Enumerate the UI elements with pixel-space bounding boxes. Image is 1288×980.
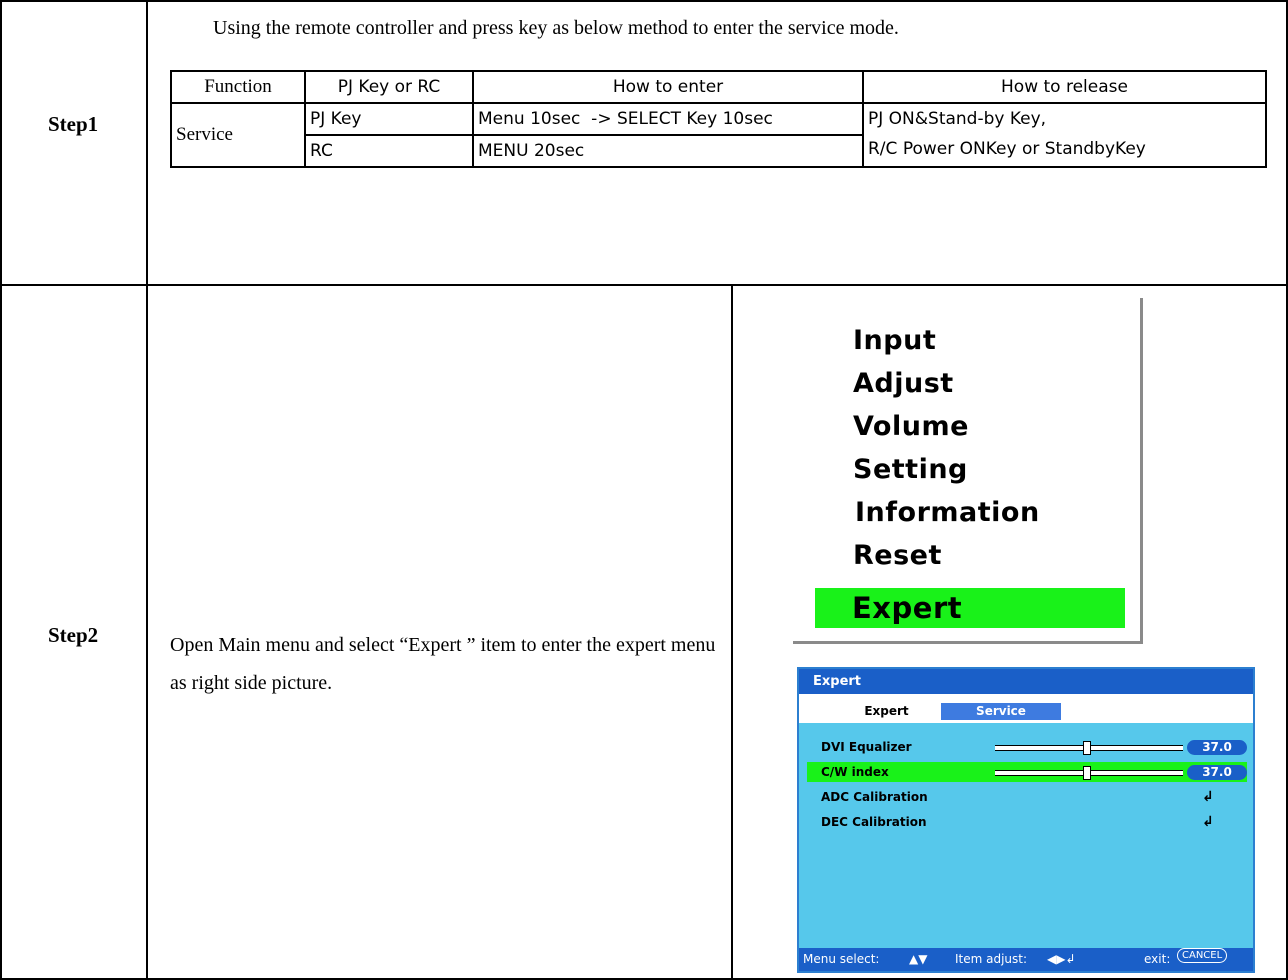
- menu-item-information[interactable]: Information: [855, 497, 1040, 528]
- step2-label: Step2: [48, 623, 99, 647]
- header-enter: How to enter: [472, 70, 864, 104]
- slider-knob[interactable]: [1083, 766, 1091, 780]
- menu-shadow: [1140, 298, 1143, 644]
- table-border-top: [0, 0, 1288, 2]
- release-line-2: R/C Power ONKey or StandbyKey: [868, 139, 1146, 159]
- expert-footer: Menu select: ▲▼ Item adjust: ◀▶↲ exit: C…: [799, 948, 1253, 971]
- expert-menu-picture: Expert Expert Service DVI Equalizer 37.0…: [797, 667, 1255, 973]
- step2-instruction-text: Open Main menu and select “Expert ” item…: [170, 634, 716, 694]
- table-row: Service PJ Key Menu 10sec -> SELECT Key …: [170, 102, 1267, 168]
- step1-label: Step1: [48, 112, 99, 136]
- left-right-enter-icon: ◀▶↲: [1047, 952, 1076, 966]
- table-header-row: Function PJ Key or RC How to enter How t…: [170, 70, 1267, 104]
- footer-menu-select: Menu select:: [803, 952, 880, 966]
- row-divider: [0, 284, 1288, 286]
- header-key: PJ Key or RC: [304, 70, 474, 104]
- dvi-equalizer-slider[interactable]: [995, 741, 1183, 755]
- slider-knob[interactable]: [1083, 741, 1091, 755]
- tab-service[interactable]: Service: [941, 703, 1061, 720]
- footer-exit: exit:: [1144, 952, 1171, 966]
- menu-item-input[interactable]: Input: [853, 325, 936, 356]
- setting-row-cw-index[interactable]: C/W index 37.0: [807, 762, 1247, 782]
- expert-window-title: Expert: [799, 669, 1253, 694]
- expert-tab-bar: Expert Service: [799, 694, 1253, 723]
- header-release: How to release: [862, 70, 1267, 104]
- menu-shadow: [793, 641, 1143, 644]
- enter-icon: ↲: [1202, 789, 1214, 805]
- up-down-arrows-icon: ▲▼: [909, 952, 928, 966]
- cell-enter: Menu 10sec -> SELECT Key 10sec: [472, 102, 864, 136]
- menu-item-adjust[interactable]: Adjust: [853, 368, 954, 399]
- cell-function: Service: [170, 102, 306, 168]
- expert-settings-list: DVI Equalizer 37.0 C/W index 37.0 ADC Ca…: [807, 731, 1247, 943]
- setting-row-dec-calibration[interactable]: DEC Calibration ↲: [807, 812, 1247, 832]
- setting-row-adc-calibration[interactable]: ADC Calibration ↲: [807, 787, 1247, 807]
- setting-label: DEC Calibration: [821, 815, 927, 829]
- setting-row-dvi-equalizer[interactable]: DVI Equalizer 37.0: [807, 737, 1247, 757]
- table-border-left: [0, 0, 2, 980]
- main-menu-picture: Input Adjust Volume Setting Information …: [793, 298, 1143, 644]
- setting-label: ADC Calibration: [821, 790, 928, 804]
- label-column-divider: [146, 0, 148, 980]
- menu-item-reset[interactable]: Reset: [853, 540, 942, 571]
- step1-intro-text: Using the remote controller and press ke…: [213, 17, 899, 39]
- step2-column-divider: [731, 284, 733, 980]
- setting-label: C/W index: [821, 765, 889, 779]
- service-mode-table: Function PJ Key or RC How to enter How t…: [170, 70, 1267, 168]
- tab-expert[interactable]: Expert: [844, 703, 929, 720]
- cell-key: PJ Key: [304, 102, 474, 136]
- release-line-1: PJ ON&Stand-by Key,: [868, 109, 1047, 129]
- setting-value: 37.0: [1187, 740, 1247, 755]
- footer-item-adjust: Item adjust:: [955, 952, 1028, 966]
- menu-item-setting[interactable]: Setting: [853, 454, 968, 485]
- setting-label: DVI Equalizer: [821, 740, 912, 754]
- cw-index-slider[interactable]: [995, 766, 1183, 780]
- cell-enter: MENU 20sec: [472, 134, 864, 168]
- cell-key: RC: [304, 134, 474, 168]
- setting-value: 37.0: [1187, 765, 1247, 780]
- cell-release: PJ ON&Stand-by Key, R/C Power ONKey or S…: [862, 102, 1267, 168]
- menu-item-expert-selected[interactable]: Expert: [815, 588, 1125, 628]
- enter-icon: ↲: [1202, 814, 1214, 830]
- header-function: Function: [170, 70, 306, 104]
- steps-table: Step1 Using the remote controller and pr…: [0, 0, 1288, 980]
- menu-item-volume[interactable]: Volume: [853, 411, 969, 442]
